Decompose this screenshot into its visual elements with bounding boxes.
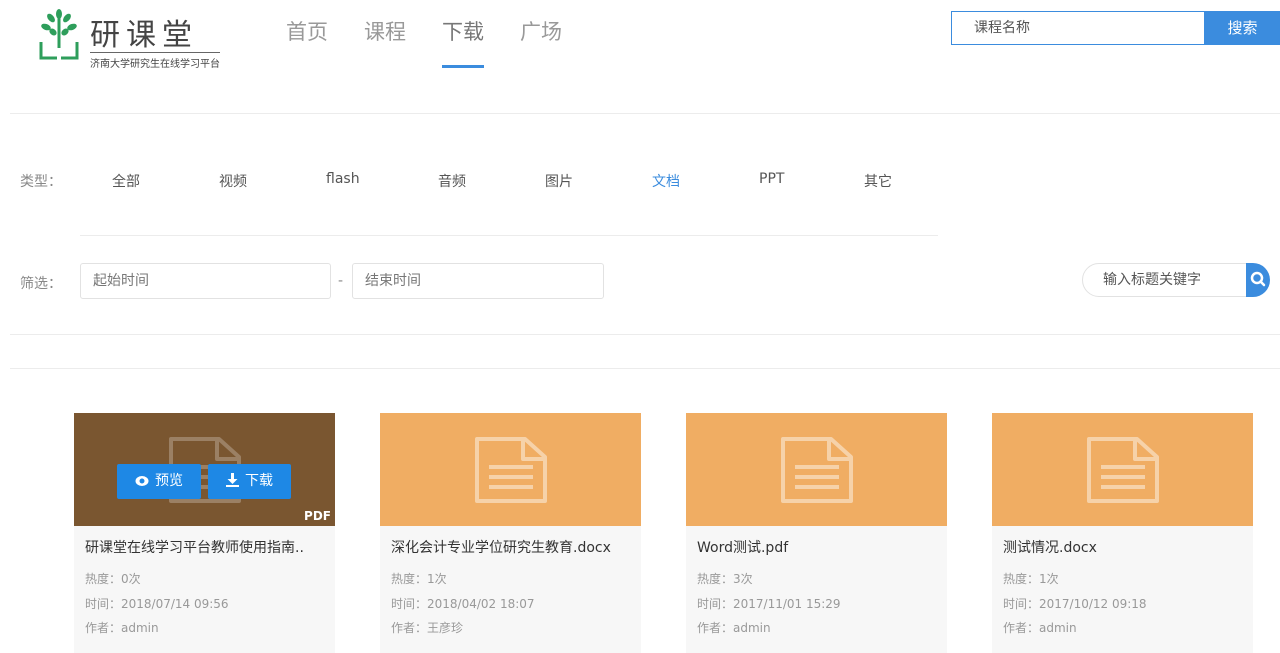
document-icon — [1087, 437, 1159, 503]
logo-subtitle: 济南大学研究生在线学习平台 — [90, 52, 220, 70]
logo-title: 研课堂 — [90, 18, 198, 53]
type-label: 类型： — [20, 174, 62, 190]
type-all[interactable]: 全部 — [112, 171, 140, 191]
start-date-field — [80, 263, 331, 299]
download-icon — [226, 473, 239, 487]
document-time: 时间：2017/11/01 15:29 — [697, 597, 841, 611]
document-thumbnail: 预览 下载 PDF — [74, 413, 335, 526]
document-time: 时间：2018/04/02 18:07 — [391, 597, 535, 611]
end-date-field — [352, 263, 604, 299]
nav-plaza[interactable]: 广场 — [502, 0, 580, 70]
document-card[interactable]: Word测试.pdf 热度：3次 时间：2017/11/01 15:29 作者：… — [686, 413, 947, 653]
document-title[interactable]: 测试情况.docx — [1003, 537, 1097, 557]
preview-label: 预览 — [155, 473, 183, 489]
search-button[interactable]: 搜索 — [1205, 11, 1280, 45]
divider — [10, 368, 1280, 369]
keyword-input[interactable] — [1083, 264, 1247, 296]
eye-icon — [135, 476, 149, 486]
document-title[interactable]: 深化会计专业学位研究生教育.docx — [391, 537, 611, 557]
download-label: 下载 — [245, 473, 273, 489]
file-type-tag: PDF — [304, 509, 331, 523]
type-other[interactable]: 其它 — [864, 171, 892, 191]
type-ppt[interactable]: PPT — [759, 171, 784, 187]
document-heat: 热度：0次 — [85, 572, 141, 586]
type-document[interactable]: 文档 — [652, 171, 680, 191]
nav-download[interactable]: 下载 — [424, 0, 502, 70]
document-card[interactable]: 预览 下载 PDF 研课堂在线学习平台教师使用指南.. 热度：0次 时间：201… — [74, 413, 335, 653]
divider — [10, 334, 1280, 335]
end-date-input[interactable] — [353, 264, 603, 298]
document-heat: 热度：3次 — [697, 572, 753, 586]
document-card[interactable]: 深化会计专业学位研究生教育.docx 热度：1次 时间：2018/04/02 1… — [380, 413, 641, 653]
type-image[interactable]: 图片 — [545, 171, 573, 191]
document-heat: 热度：1次 — [1003, 572, 1059, 586]
type-audio[interactable]: 音频 — [438, 171, 466, 191]
search-icon — [1250, 271, 1266, 287]
start-date-input[interactable] — [81, 264, 330, 298]
nav-courses[interactable]: 课程 — [346, 0, 424, 70]
nav-home[interactable]: 首页 — [268, 0, 346, 70]
document-heat: 热度：1次 — [391, 572, 447, 586]
document-time: 时间：2017/10/12 09:18 — [1003, 597, 1147, 611]
course-search-field — [951, 11, 1205, 45]
preview-button[interactable]: 预览 — [117, 464, 201, 499]
keyword-field — [1082, 263, 1248, 297]
course-search-input[interactable] — [952, 12, 1204, 44]
document-icon — [475, 437, 547, 503]
document-icon — [781, 437, 853, 503]
type-video[interactable]: 视频 — [219, 171, 247, 191]
download-button[interactable]: 下载 — [208, 464, 291, 499]
document-title[interactable]: Word测试.pdf — [697, 537, 788, 557]
document-time: 时间：2018/07/14 09:56 — [85, 597, 229, 611]
type-flash[interactable]: flash — [326, 171, 360, 187]
document-thumbnail — [992, 413, 1253, 526]
keyword-search-button[interactable] — [1246, 263, 1270, 297]
logo[interactable]: 研课堂 济南大学研究生在线学习平台 — [36, 6, 256, 70]
document-title[interactable]: 研课堂在线学习平台教师使用指南.. — [85, 537, 304, 557]
main-nav: 首页 课程 下载 广场 — [268, 0, 580, 70]
document-thumbnail — [686, 413, 947, 526]
divider — [80, 235, 938, 236]
document-card[interactable]: 测试情况.docx 热度：1次 时间：2017/10/12 09:18 作者：a… — [992, 413, 1253, 653]
document-author: 作者：admin — [697, 621, 771, 635]
filter-label: 筛选： — [20, 276, 62, 292]
date-range-dash: - — [338, 273, 344, 289]
document-author: 作者：王彦珍 — [391, 621, 464, 635]
document-author: 作者：admin — [85, 621, 159, 635]
tree-logo-icon — [39, 9, 79, 60]
document-thumbnail — [380, 413, 641, 526]
document-author: 作者：admin — [1003, 621, 1077, 635]
divider — [10, 113, 1280, 114]
